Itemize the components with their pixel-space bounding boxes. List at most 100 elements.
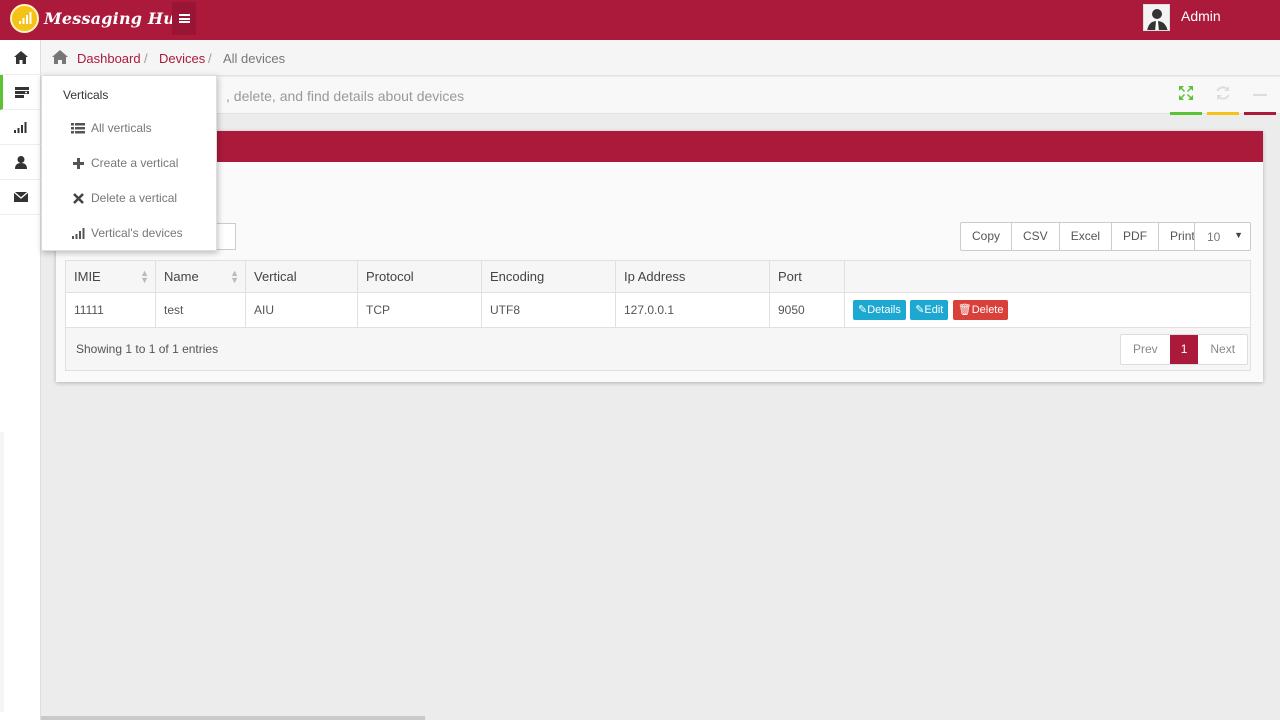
menu-item-label: Delete a vertical: [91, 191, 178, 205]
fullscreen-button[interactable]: [1170, 85, 1202, 115]
column-label: Protocol: [366, 269, 414, 284]
sidebar-item-home[interactable]: [0, 40, 41, 75]
column-label: Port: [778, 269, 802, 284]
table-header-row: IMIE ▲ ▼ Name ▲ ▼ Vertical Protocol Encoding…: [65, 260, 1251, 293]
menu-toggle-button[interactable]: [172, 2, 196, 35]
export-button-group: Copy CSV Excel PDF Print: [960, 222, 1207, 251]
server-icon: [15, 86, 29, 98]
page-description: , delete, and find details about devices: [226, 88, 465, 104]
column-label: Encoding: [490, 269, 545, 284]
excel-button[interactable]: Excel: [1060, 223, 1113, 250]
breadcrumb-devices-link[interactable]: Devices: [159, 51, 205, 66]
prev-page-button[interactable]: Prev: [1121, 335, 1170, 364]
breadcrumb-separator: /: [144, 51, 148, 66]
panel-header: [56, 131, 1263, 162]
page-length-select[interactable]: 10 ▼: [1194, 222, 1251, 251]
edit-button[interactable]: ✎Edit: [910, 300, 949, 320]
column-label: IMIE: [74, 269, 101, 284]
cell-imie: 11111: [65, 292, 156, 328]
user-name[interactable]: Admin: [1181, 8, 1221, 24]
collapse-underline: [1244, 112, 1276, 115]
home-icon[interactable]: [52, 50, 68, 64]
user-icon: [14, 155, 27, 169]
verticals-flyout-menu: Verticals All verticals Create a vertica…: [41, 75, 217, 251]
table-row: 11111 test AIU TCP UTF8 127.0.0.1 9050 ✎…: [65, 292, 1251, 328]
column-header-name[interactable]: Name ▲ ▼: [155, 260, 246, 293]
pagination: Prev 1 Next: [1120, 334, 1249, 365]
page-1-button[interactable]: 1: [1169, 335, 1199, 364]
refresh-icon: [1216, 86, 1230, 100]
csv-button[interactable]: CSV: [1012, 223, 1060, 250]
hamburger-icon: [178, 14, 190, 23]
details-label: Details: [867, 304, 901, 316]
pdf-button[interactable]: PDF: [1112, 223, 1160, 250]
sidebar-item-devices[interactable]: [0, 75, 41, 110]
minus-icon: [1253, 94, 1267, 96]
next-page-button[interactable]: Next: [1198, 335, 1247, 364]
column-header-ip-address[interactable]: Ip Address: [615, 260, 770, 293]
fullscreen-underline: [1170, 112, 1202, 115]
times-icon: [70, 192, 86, 204]
signal-icon: [14, 121, 27, 133]
breadcrumb-current: All devices: [223, 51, 286, 66]
delete-button[interactable]: 🗑Delete: [952, 300, 1009, 320]
devices-panel: Copy CSV Excel PDF Print 10 ▼ IMIE ▲ ▼ Nam…: [56, 131, 1263, 382]
menu-item-label: All verticals: [91, 121, 152, 135]
cell-port: 9050: [769, 292, 845, 328]
sidebar-item-messages[interactable]: [0, 180, 41, 215]
collapse-button[interactable]: [1244, 85, 1276, 115]
column-header-protocol[interactable]: Protocol: [357, 260, 482, 293]
edit-label: Edit: [924, 304, 944, 316]
refresh-button[interactable]: [1207, 85, 1239, 115]
menu-item-all-verticals[interactable]: All verticals: [70, 118, 152, 138]
search-input[interactable]: [216, 223, 236, 250]
column-header-encoding[interactable]: Encoding: [481, 260, 616, 293]
breadcrumb-dashboard-link[interactable]: Dashboard: [77, 51, 141, 66]
table-info: Showing 1 to 1 of 1 entries: [76, 342, 219, 356]
page-header: , delete, and find details about devices: [41, 77, 1280, 115]
devices-table: IMIE ▲ ▼ Name ▲ ▼ Vertical Protocol Encoding…: [65, 260, 1251, 328]
cell-actions: ✎Details ✎Edit 🗑Delete: [844, 292, 1251, 328]
envelope-icon: [13, 192, 28, 202]
details-button[interactable]: ✎Details: [853, 300, 906, 320]
menu-item-create-vertical[interactable]: Create a vertical: [70, 153, 178, 173]
menu-item-delete-vertical[interactable]: Delete a vertical: [70, 188, 177, 208]
copy-button[interactable]: Copy: [961, 223, 1013, 250]
sort-icon: ▲ ▼: [140, 268, 149, 285]
menu-item-label: Create a vertical: [91, 156, 179, 170]
column-header-vertical[interactable]: Vertical: [245, 260, 358, 293]
caret-down-icon: ▼: [1234, 230, 1243, 240]
cell-vertical: AIU: [245, 292, 358, 328]
cell-protocol: TCP: [357, 292, 482, 328]
edit-icon: ✎: [858, 304, 868, 316]
menu-item-vertical-devices[interactable]: Vertical's devices: [70, 223, 183, 243]
column-header-port[interactable]: Port: [769, 260, 845, 293]
cell-ip-address: 127.0.0.1: [615, 292, 770, 328]
column-header-actions: [844, 260, 1251, 293]
sidebar-item-stats[interactable]: [0, 110, 41, 145]
breadcrumb-separator: /: [208, 51, 212, 66]
page-length-value: 10: [1207, 230, 1221, 244]
sidebar-item-users[interactable]: [0, 145, 41, 180]
horizontal-scrollbar[interactable]: [41, 716, 425, 720]
column-header-imie[interactable]: IMIE ▲ ▼: [65, 260, 156, 293]
rail-divider: [0, 432, 4, 712]
cell-name: test: [155, 292, 246, 328]
brand-name[interactable]: Messaging Hub: [44, 9, 186, 28]
trash-icon: 🗑: [957, 304, 972, 316]
delete-label: Delete: [971, 304, 1004, 316]
avatar[interactable]: [1143, 4, 1170, 31]
breadcrumb: Dashboard / Devices / All devices: [41, 40, 1280, 76]
column-label: Ip Address: [624, 269, 686, 284]
flyout-title: Verticals: [63, 88, 109, 102]
home-icon: [13, 50, 28, 64]
sort-icon: ▲ ▼: [230, 268, 239, 285]
sidebar-rail: [0, 40, 41, 720]
list-icon: [70, 122, 86, 134]
table-footer: Showing 1 to 1 of 1 entries Prev 1 Next: [65, 327, 1251, 371]
plus-icon: [70, 157, 86, 169]
signal-icon: [70, 227, 86, 239]
menu-item-label: Vertical's devices: [91, 226, 183, 240]
cell-encoding: UTF8: [481, 292, 616, 328]
logo-signal-icon[interactable]: [10, 4, 39, 33]
